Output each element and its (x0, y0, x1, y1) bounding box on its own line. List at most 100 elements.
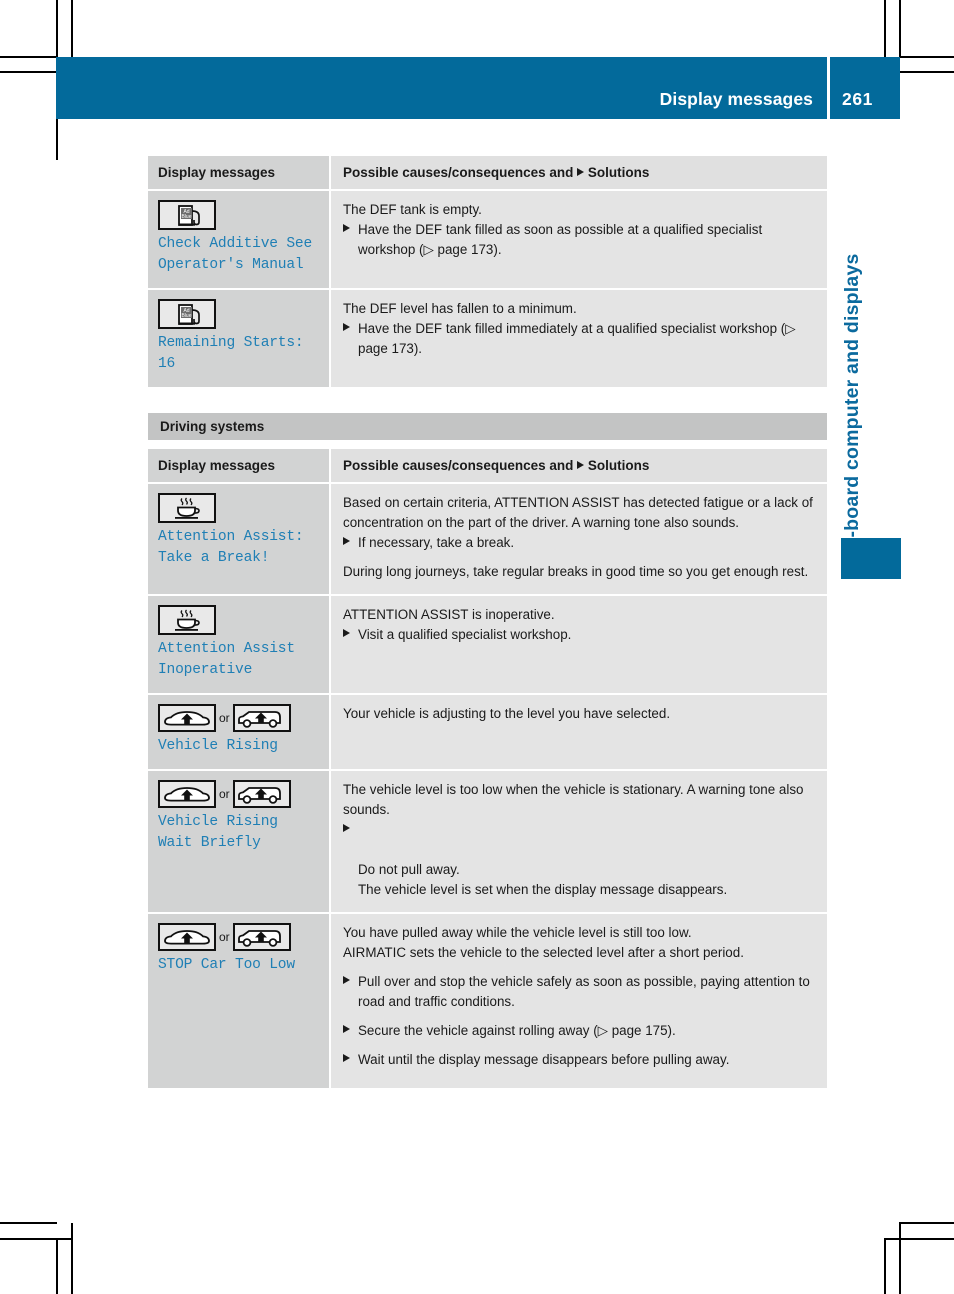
coffee-cup-icon (158, 605, 319, 635)
page-title: Display messages (659, 89, 813, 109)
column-header-label: Display messages (158, 165, 276, 180)
column-header-solutions: Possible causes/consequences and Solutio… (331, 156, 827, 189)
display-message-text: Remaining Starts: 16 (158, 335, 304, 372)
sedan-rising-icon (158, 923, 216, 951)
solution-item: Have the DEF tank filled immediately at … (343, 319, 813, 359)
page-header-bar: Display messages (56, 57, 827, 119)
solution-item: If necessary, take a break. (343, 533, 813, 553)
display-message-text: Attention Assist Inoperative (158, 641, 295, 678)
cause-text: The DEF level has fallen to a minimum. (343, 301, 577, 316)
cause-solution-cell: You have pulled away while the vehicle l… (331, 914, 827, 1088)
crop-mark-top-right-h1 (899, 56, 954, 58)
estate-rising-icon (232, 923, 291, 951)
cause-solution-cell: Based on certain criteria, ATTENTION ASS… (331, 484, 827, 594)
cause-text: ATTENTION ASSIST is inoperative. (343, 607, 555, 622)
column-header-causes-label: Possible causes/consequences and (343, 458, 574, 473)
crop-mark-bottom-right-v2 (899, 1222, 901, 1294)
solution-item: Secure the vehicle against rolling away … (343, 1021, 813, 1041)
crop-mark-top-right-v2 (899, 0, 901, 57)
cause-text: You have pulled away while the vehicle l… (343, 925, 692, 940)
cause-solution-cell: The DEF tank is empty. Have the DEF tank… (331, 191, 827, 288)
bullet-triangle-icon (343, 1054, 350, 1062)
table-row: or STOP Car Too Low You have pulled away… (148, 914, 827, 1088)
display-message-text: STOP Car Too Low (158, 957, 295, 973)
cause-solution-cell: The DEF level has fallen to a minimum. H… (331, 290, 827, 387)
bullet-triangle-icon (343, 323, 350, 331)
display-message-text: Check Additive See Operator's Manual (158, 236, 313, 273)
table-def-messages: Display messages Possible causes/consequ… (148, 156, 827, 387)
cause-text: The DEF tank is empty. (343, 202, 482, 217)
bullet-triangle-icon (343, 976, 350, 984)
crop-mark-bottom-right-h2 (884, 1238, 954, 1240)
table-row: Ad Blue Remaining Starts: 16 The DEF lev… (148, 290, 827, 387)
table-row: Attention Assist: Take a Break! Based on… (148, 484, 827, 594)
column-header-causes-label: Possible causes/consequences and (343, 165, 574, 180)
note-text: During long journeys, take regular break… (343, 564, 809, 579)
column-header-solutions-label: Solutions (587, 165, 650, 180)
column-header-label: Display messages (158, 458, 276, 473)
page-number-block: 261 (830, 57, 900, 119)
solution-item: Wait until the display message disappear… (343, 1050, 813, 1070)
solution-text: Secure the vehicle against rolling away … (358, 1023, 676, 1038)
sedan-rising-icon (158, 704, 216, 732)
display-message-text: Attention Assist: Take a Break! (158, 529, 304, 566)
bullet-triangle-icon (343, 824, 350, 832)
display-message-text: Vehicle Rising (158, 738, 278, 754)
cause-text: The vehicle level is too low when the ve… (343, 782, 804, 817)
table-row: or Vehicle Rising Wait Briefly The vehic… (148, 771, 827, 912)
chapter-thumb-tab (841, 538, 901, 579)
display-message-text: Vehicle Rising Wait Briefly (158, 814, 278, 851)
adblue-pump-icon: Ad Blue (158, 299, 319, 329)
crop-mark-bottom-left-v1 (56, 1238, 58, 1294)
solution-item: Do not pull away. The vehicle level is s… (343, 820, 813, 900)
solution-text: Do not pull away. The vehicle level is s… (358, 862, 728, 897)
icon-separator-or: or (219, 930, 230, 944)
cause-text: Your vehicle is adjusting to the level y… (343, 706, 671, 721)
message-cell: or STOP Car Too Low (148, 914, 331, 1088)
solution-triangle-icon (577, 168, 585, 176)
page-number: 261 (842, 89, 873, 109)
icon-separator-or: or (219, 787, 230, 801)
solution-text: Visit a qualified specialist workshop. (358, 627, 572, 642)
table-row: Attention Assist Inoperative ATTENTION A… (148, 596, 827, 693)
message-cell: Ad Blue Remaining Starts: 16 (148, 290, 331, 387)
table-row: Ad Blue Check Additive See Operator's Ma… (148, 191, 827, 288)
message-cell: Attention Assist: Take a Break! (148, 484, 331, 594)
cause-text-secondary: AIRMATIC sets the vehicle to the selecte… (343, 945, 744, 960)
vehicle-icon-pair: or (158, 923, 319, 951)
solution-triangle-icon (577, 461, 585, 469)
column-header-solutions: Possible causes/consequences and Solutio… (331, 449, 827, 482)
cause-solution-cell: Your vehicle is adjusting to the level y… (331, 695, 827, 769)
sedan-rising-icon (158, 780, 216, 808)
message-cell: Attention Assist Inoperative (148, 596, 331, 693)
bullet-triangle-icon (343, 1025, 350, 1033)
row-divider (148, 440, 827, 449)
solution-item: Visit a qualified specialist workshop. (343, 625, 813, 645)
cause-solution-cell: ATTENTION ASSIST is inoperative. Visit a… (331, 596, 827, 693)
estate-rising-icon (232, 780, 291, 808)
icon-separator-or: or (219, 711, 230, 725)
crop-mark-bottom-left-h1 (0, 1222, 57, 1224)
crop-mark-bottom-left-v2 (71, 1223, 73, 1294)
solution-text: Have the DEF tank filled as soon as poss… (358, 222, 763, 257)
coffee-cup-icon (158, 493, 319, 523)
solution-item: Have the DEF tank filled as soon as poss… (343, 220, 813, 260)
svg-text:Blue: Blue (181, 214, 191, 220)
estate-rising-icon (232, 704, 291, 732)
section-heading-driving-systems: Driving systems (148, 413, 827, 440)
crop-mark-top-right-v1 (884, 0, 886, 57)
crop-mark-top-right-h2 (899, 71, 954, 73)
crop-mark-bottom-left-h2 (0, 1238, 72, 1240)
table-row: or Vehicle Rising Your vehicle is adjust… (148, 695, 827, 769)
message-cell: Ad Blue Check Additive See Operator's Ma… (148, 191, 331, 288)
message-cell: or Vehicle Rising Wait Briefly (148, 771, 331, 912)
column-header-solutions-label: Solutions (587, 458, 650, 473)
cause-text: Based on certain criteria, ATTENTION ASS… (343, 495, 813, 530)
adblue-pump-icon: Ad Blue (158, 200, 319, 230)
crop-mark-bottom-right-h1 (899, 1222, 954, 1224)
bullet-triangle-icon (343, 224, 350, 232)
solution-text: Have the DEF tank filled immediately at … (358, 321, 796, 356)
solution-text: Pull over and stop the vehicle safely as… (358, 974, 810, 1009)
cause-solution-cell: The vehicle level is too low when the ve… (331, 771, 827, 912)
bullet-triangle-icon (343, 629, 350, 637)
